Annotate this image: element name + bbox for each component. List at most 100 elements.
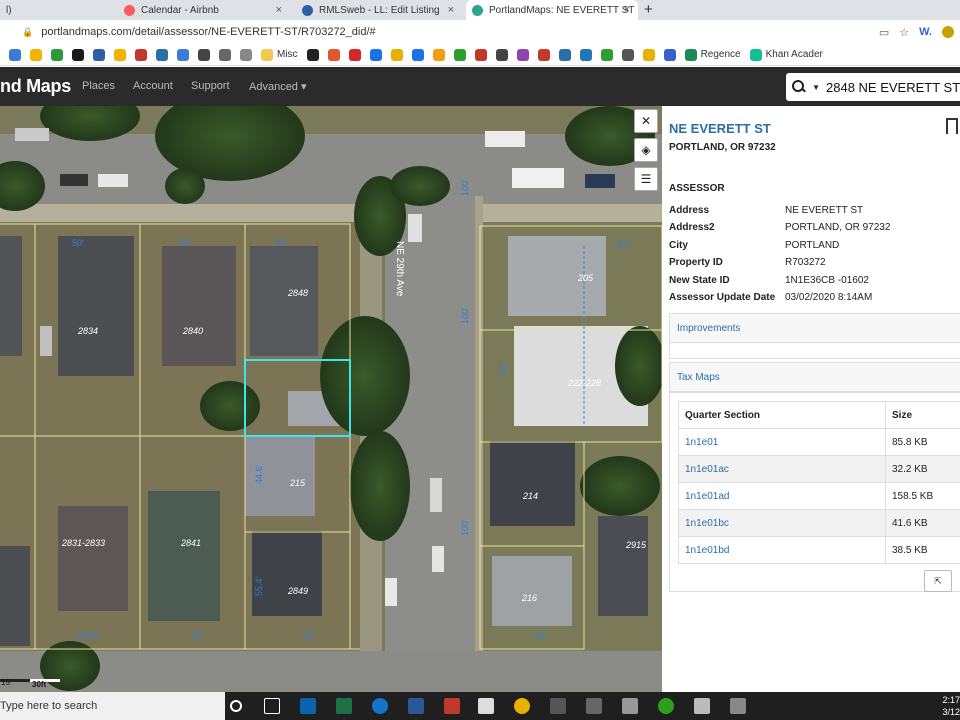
quickbooks-icon[interactable] bbox=[658, 698, 674, 714]
bookmark-item[interactable] bbox=[579, 48, 592, 61]
nav-places[interactable]: Places bbox=[82, 80, 115, 92]
export-icon[interactable]: ⇱ bbox=[924, 570, 952, 592]
bookmark-item[interactable]: Regence bbox=[684, 48, 741, 61]
bookmark-item[interactable] bbox=[642, 48, 655, 61]
bookmark-item[interactable]: Misc bbox=[261, 48, 298, 61]
tax-map-link[interactable]: 1n1e01ad bbox=[678, 482, 886, 510]
tax-map-link[interactable]: 1n1e01bd bbox=[678, 536, 886, 564]
app-icon[interactable] bbox=[478, 698, 494, 714]
bookmark-item[interactable] bbox=[135, 48, 147, 61]
edge-icon[interactable] bbox=[372, 698, 388, 714]
acrobat-icon[interactable] bbox=[444, 698, 460, 714]
bookmark-item[interactable] bbox=[72, 48, 84, 61]
word-icon[interactable] bbox=[408, 698, 424, 714]
tab-first[interactable]: l) bbox=[0, 0, 18, 20]
lot-dimension-label: 55.4' bbox=[254, 576, 264, 596]
bookmark-star-icon[interactable]: ☆ bbox=[899, 26, 909, 39]
improvements-accordion[interactable]: Improvements bbox=[669, 313, 960, 343]
bookmark-item[interactable] bbox=[156, 48, 168, 61]
assessor-field-row: Assessor Update Date 03/02/2020 8:14AM bbox=[669, 292, 959, 309]
tax-map-link[interactable]: 1n1e01ac bbox=[678, 455, 886, 483]
site-logo[interactable]: nd Maps bbox=[0, 76, 71, 97]
tax-map-link[interactable]: 1n1e01bc bbox=[678, 509, 886, 537]
bookmark-item[interactable] bbox=[114, 48, 126, 61]
legend-list-icon[interactable]: ☰ bbox=[634, 167, 658, 191]
bookmark-item[interactable] bbox=[495, 48, 508, 61]
search-input[interactable] bbox=[826, 79, 960, 95]
search-icon[interactable] bbox=[792, 80, 805, 94]
tax-map-link[interactable]: 1n1e01 bbox=[678, 428, 886, 456]
assessor-field-row: Address2 PORTLAND, OR 97232 bbox=[669, 222, 959, 239]
clock-time: 2:17 bbox=[942, 695, 960, 705]
bookmark-item[interactable] bbox=[30, 48, 42, 61]
bookmark-item[interactable] bbox=[369, 48, 382, 61]
field-value: PORTLAND, OR 97232 bbox=[785, 222, 891, 234]
close-tab-icon[interactable]: × bbox=[276, 4, 282, 16]
cast-icon[interactable]: ▭ bbox=[879, 26, 889, 39]
bookmark-favicon-icon bbox=[684, 48, 697, 61]
bookmark-item[interactable] bbox=[219, 48, 231, 61]
bookmark-item[interactable] bbox=[663, 48, 676, 61]
bookmark-item[interactable]: Khan Acader bbox=[749, 48, 823, 61]
layers-icon[interactable]: ◈ bbox=[634, 138, 658, 162]
bookmark-item[interactable] bbox=[516, 48, 529, 61]
column-header-size[interactable]: Size bbox=[885, 401, 960, 429]
taskbar-search-input[interactable]: Type here to search bbox=[0, 692, 225, 720]
bookmark-item[interactable] bbox=[348, 48, 361, 61]
bookmark-favicon-icon bbox=[306, 48, 319, 61]
bookmark-item[interactable] bbox=[453, 48, 466, 61]
new-tab-button[interactable]: + bbox=[644, 0, 653, 20]
scale-label: 30ft bbox=[32, 680, 47, 689]
bookmark-item[interactable] bbox=[621, 48, 634, 61]
bookmark-item[interactable] bbox=[177, 48, 189, 61]
tab-airbnb[interactable]: Calendar - Airbnb × bbox=[118, 0, 290, 20]
bookmark-item[interactable] bbox=[390, 48, 403, 61]
bookmark-item[interactable] bbox=[240, 48, 252, 61]
bookmark-item[interactable] bbox=[558, 48, 571, 61]
close-map-tool-button[interactable]: ✕ bbox=[634, 109, 658, 133]
bookmark-item[interactable] bbox=[93, 48, 105, 61]
tax-maps-accordion[interactable]: Tax Maps bbox=[669, 362, 960, 392]
bookmark-favicon-icon bbox=[30, 48, 42, 61]
bookmark-item[interactable] bbox=[51, 48, 63, 61]
bookmark-item[interactable] bbox=[432, 48, 445, 61]
assessor-field-row: New State ID 1N1E36CB -01602 bbox=[669, 275, 959, 292]
chrome-icon[interactable] bbox=[514, 698, 530, 714]
tab-rmlsweb[interactable]: RMLSweb - LL: Edit Listing × bbox=[296, 0, 462, 20]
file-explorer-icon[interactable] bbox=[550, 698, 566, 714]
app-icon[interactable] bbox=[586, 698, 602, 714]
nav-advanced[interactable]: Advanced ▾ bbox=[249, 80, 307, 93]
bookmark-item[interactable] bbox=[198, 48, 210, 61]
app-icon[interactable] bbox=[730, 698, 746, 714]
cortana-icon[interactable] bbox=[230, 700, 242, 712]
caret-down-icon[interactable]: ▼ bbox=[812, 83, 820, 92]
outlook-icon[interactable] bbox=[300, 698, 316, 714]
house-number-label: 2831-2833 bbox=[62, 538, 106, 548]
close-tab-icon[interactable]: × bbox=[624, 4, 630, 16]
bookmark-icon[interactable] bbox=[946, 118, 958, 134]
profile-icon[interactable]: W. bbox=[919, 26, 932, 38]
lot-dimension-label: 100' bbox=[460, 307, 470, 324]
bookmark-item[interactable] bbox=[537, 48, 550, 61]
bookmark-favicon-icon bbox=[156, 48, 168, 61]
column-header-quarter-section[interactable]: Quarter Section bbox=[678, 401, 886, 429]
close-tab-icon[interactable]: × bbox=[448, 4, 454, 16]
bookmark-item[interactable] bbox=[327, 48, 340, 61]
nav-support[interactable]: Support bbox=[191, 80, 230, 92]
system-clock[interactable]: 2:17 3/12 bbox=[942, 694, 960, 718]
excel-icon[interactable] bbox=[336, 698, 352, 714]
bookmark-item[interactable] bbox=[474, 48, 487, 61]
url-field[interactable]: portlandmaps.com/detail/assessor/NE-EVER… bbox=[41, 26, 375, 38]
task-view-icon[interactable] bbox=[264, 698, 280, 714]
bookmark-item[interactable] bbox=[600, 48, 613, 61]
bookmark-item[interactable] bbox=[9, 48, 21, 61]
app-icon[interactable] bbox=[694, 698, 710, 714]
bookmark-item[interactable] bbox=[306, 48, 319, 61]
address-bar-actions: ▭ ☆ W. bbox=[879, 20, 960, 44]
nav-account[interactable]: Account bbox=[133, 80, 173, 92]
bookmark-item[interactable] bbox=[411, 48, 424, 61]
calculator-icon[interactable] bbox=[622, 698, 638, 714]
aerial-map[interactable]: NE 29th Ave 2834 2840 2848 2831-2833 2841 2849… bbox=[0, 106, 662, 692]
tab-portlandmaps[interactable]: PortlandMaps: NE EVERETT ST × bbox=[466, 0, 638, 20]
extension-icon[interactable] bbox=[942, 26, 954, 38]
